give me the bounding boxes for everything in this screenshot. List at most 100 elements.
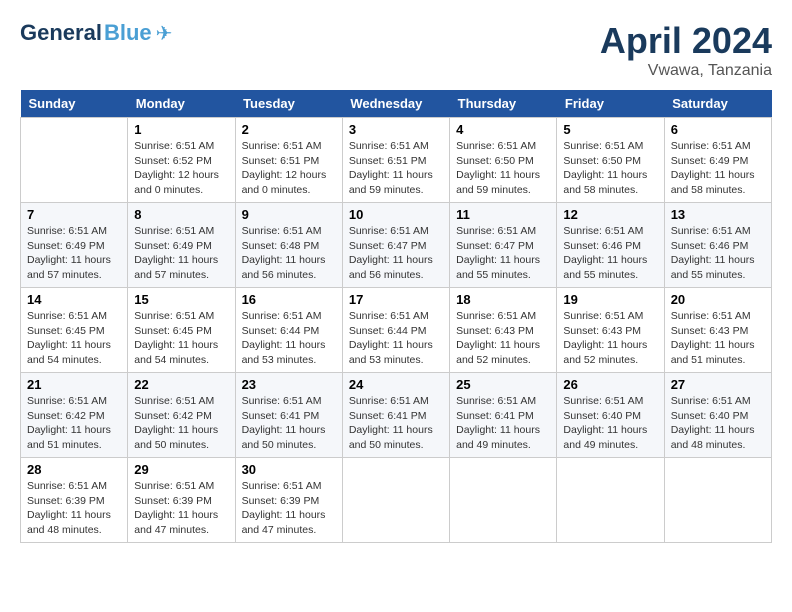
calendar-table: SundayMondayTuesdayWednesdayThursdayFrid… (20, 90, 772, 543)
weekday-header-monday: Monday (128, 90, 235, 118)
calendar-cell (557, 458, 664, 543)
calendar-cell (664, 458, 771, 543)
calendar-cell: 6Sunrise: 6:51 AMSunset: 6:49 PMDaylight… (664, 118, 771, 203)
location-subtitle: Vwawa, Tanzania (600, 62, 772, 80)
page-header: General Blue ✈ April 2024 Vwawa, Tanzani… (20, 20, 772, 80)
calendar-cell (450, 458, 557, 543)
calendar-cell: 22 Sunrise: 6:51 AMSunset: 6:42 PMDayligh… (128, 373, 235, 458)
day-number: 25 (456, 377, 550, 392)
calendar-cell: 16 Sunrise: 6:51 AMSunset: 6:44 PMDayligh… (235, 288, 342, 373)
day-number: 1 (134, 122, 228, 137)
day-number: 9 (242, 207, 336, 222)
calendar-cell: 24 Sunrise: 6:51 AMSunset: 6:41 PMDayligh… (342, 373, 449, 458)
calendar-cell: 29 Sunrise: 6:51 AMSunset: 6:39 PMDayligh… (128, 458, 235, 543)
day-info: Sunrise: 6:51 AMSunset: 6:44 PMDaylight:… (349, 309, 443, 368)
day-number: 27 (671, 377, 765, 392)
day-number: 16 (242, 292, 336, 307)
day-info: Sunrise: 6:51 AMSunset: 6:39 PMDaylight:… (134, 479, 228, 538)
day-number: 7 (27, 207, 121, 222)
calendar-cell: 5 Sunrise: 6:51 AMSunset: 6:50 PMDaylight… (557, 118, 664, 203)
day-number: 24 (349, 377, 443, 392)
day-info: Sunrise: 6:51 AMSunset: 6:50 PMDaylight:… (456, 139, 550, 198)
week-row-2: 7 Sunrise: 6:51 AMSunset: 6:49 PMDaylight… (21, 203, 772, 288)
day-number: 15 (134, 292, 228, 307)
calendar-cell: 2Sunrise: 6:51 AMSunset: 6:51 PMDaylight… (235, 118, 342, 203)
calendar-cell: 10 Sunrise: 6:51 AMSunset: 6:47 PMDayligh… (342, 203, 449, 288)
day-info: Sunrise: 6:51 AMSunset: 6:49 PMDaylight:… (134, 224, 228, 283)
logo-blue-text: Blue (104, 20, 152, 46)
calendar-cell: 9 Sunrise: 6:51 AMSunset: 6:48 PMDaylight… (235, 203, 342, 288)
calendar-cell: 12 Sunrise: 6:51 AMSunset: 6:46 PMDayligh… (557, 203, 664, 288)
day-number: 5 (563, 122, 657, 137)
week-row-5: 28 Sunrise: 6:51 AMSunset: 6:39 PMDayligh… (21, 458, 772, 543)
weekday-header-tuesday: Tuesday (235, 90, 342, 118)
logo-bird-icon: ✈ (156, 21, 173, 46)
logo: General Blue ✈ (20, 20, 172, 46)
week-row-4: 21 Sunrise: 6:51 AMSunset: 6:42 PMDayligh… (21, 373, 772, 458)
calendar-cell: 7 Sunrise: 6:51 AMSunset: 6:49 PMDaylight… (21, 203, 128, 288)
day-info: Sunrise: 6:51 AMSunset: 6:49 PMDaylight:… (27, 224, 121, 283)
weekday-header-sunday: Sunday (21, 90, 128, 118)
day-info: Sunrise: 6:51 AMSunset: 6:47 PMDaylight:… (456, 224, 550, 283)
day-info: Sunrise: 6:51 AMSunset: 6:41 PMDaylight:… (242, 394, 336, 453)
day-info: Sunrise: 6:51 AMSunset: 6:43 PMDaylight:… (671, 309, 765, 368)
day-info: Sunrise: 6:51 AMSunset: 6:48 PMDaylight:… (242, 224, 336, 283)
day-number: 12 (563, 207, 657, 222)
day-number: 17 (349, 292, 443, 307)
calendar-cell: 20 Sunrise: 6:51 AMSunset: 6:43 PMDayligh… (664, 288, 771, 373)
day-info: Sunrise: 6:51 AMSunset: 6:44 PMDaylight:… (242, 309, 336, 368)
day-number: 11 (456, 207, 550, 222)
calendar-cell: 26 Sunrise: 6:51 AMSunset: 6:40 PMDayligh… (557, 373, 664, 458)
day-number: 19 (563, 292, 657, 307)
calendar-cell: 8 Sunrise: 6:51 AMSunset: 6:49 PMDaylight… (128, 203, 235, 288)
day-number: 2 (242, 122, 336, 137)
calendar-cell: 4Sunrise: 6:51 AMSunset: 6:50 PMDaylight… (450, 118, 557, 203)
day-info: Sunrise: 6:51 AMSunset: 6:43 PMDaylight:… (563, 309, 657, 368)
calendar-cell: 13Sunrise: 6:51 AMSunset: 6:46 PMDayligh… (664, 203, 771, 288)
calendar-cell: 30 Sunrise: 6:51 AMSunset: 6:39 PMDayligh… (235, 458, 342, 543)
day-number: 21 (27, 377, 121, 392)
calendar-cell: 15 Sunrise: 6:51 AMSunset: 6:45 PMDayligh… (128, 288, 235, 373)
day-number: 22 (134, 377, 228, 392)
weekday-header-wednesday: Wednesday (342, 90, 449, 118)
day-info: Sunrise: 6:51 AMSunset: 6:51 PMDaylight:… (349, 139, 443, 198)
calendar-cell: 18Sunrise: 6:51 AMSunset: 6:43 PMDayligh… (450, 288, 557, 373)
week-row-1: 1 Sunrise: 6:51 AMSunset: 6:52 PMDaylight… (21, 118, 772, 203)
day-number: 30 (242, 462, 336, 477)
calendar-cell: 19 Sunrise: 6:51 AMSunset: 6:43 PMDayligh… (557, 288, 664, 373)
day-info: Sunrise: 6:51 AMSunset: 6:45 PMDaylight:… (27, 309, 121, 368)
day-info: Sunrise: 6:51 AMSunset: 6:40 PMDaylight:… (671, 394, 765, 453)
weekday-header-thursday: Thursday (450, 90, 557, 118)
day-info: Sunrise: 6:51 AMSunset: 6:42 PMDaylight:… (134, 394, 228, 453)
month-title: April 2024 (600, 20, 772, 62)
day-number: 26 (563, 377, 657, 392)
calendar-cell (21, 118, 128, 203)
day-number: 23 (242, 377, 336, 392)
day-number: 8 (134, 207, 228, 222)
day-number: 29 (134, 462, 228, 477)
day-info: Sunrise: 6:51 AMSunset: 6:40 PMDaylight:… (563, 394, 657, 453)
day-info: Sunrise: 6:51 AMSunset: 6:46 PMDaylight:… (671, 224, 765, 283)
day-number: 10 (349, 207, 443, 222)
calendar-cell: 11 Sunrise: 6:51 AMSunset: 6:47 PMDayligh… (450, 203, 557, 288)
day-info: Sunrise: 6:51 AMSunset: 6:39 PMDaylight:… (242, 479, 336, 538)
day-info: Sunrise: 6:51 AMSunset: 6:39 PMDaylight:… (27, 479, 121, 538)
day-number: 20 (671, 292, 765, 307)
calendar-cell: 28 Sunrise: 6:51 AMSunset: 6:39 PMDayligh… (21, 458, 128, 543)
day-info: Sunrise: 6:51 AMSunset: 6:47 PMDaylight:… (349, 224, 443, 283)
week-row-3: 14Sunrise: 6:51 AMSunset: 6:45 PMDayligh… (21, 288, 772, 373)
day-info: Sunrise: 6:51 AMSunset: 6:45 PMDaylight:… (134, 309, 228, 368)
day-info: Sunrise: 6:51 AMSunset: 6:49 PMDaylight:… (671, 139, 765, 198)
day-info: Sunrise: 6:51 AMSunset: 6:52 PMDaylight:… (134, 139, 228, 198)
day-info: Sunrise: 6:51 AMSunset: 6:41 PMDaylight:… (349, 394, 443, 453)
day-number: 3 (349, 122, 443, 137)
day-info: Sunrise: 6:51 AMSunset: 6:50 PMDaylight:… (563, 139, 657, 198)
calendar-cell: 14Sunrise: 6:51 AMSunset: 6:45 PMDayligh… (21, 288, 128, 373)
day-info: Sunrise: 6:51 AMSunset: 6:43 PMDaylight:… (456, 309, 550, 368)
day-number: 28 (27, 462, 121, 477)
weekday-header-saturday: Saturday (664, 90, 771, 118)
weekday-header-friday: Friday (557, 90, 664, 118)
calendar-cell: 3 Sunrise: 6:51 AMSunset: 6:51 PMDaylight… (342, 118, 449, 203)
day-info: Sunrise: 6:51 AMSunset: 6:46 PMDaylight:… (563, 224, 657, 283)
weekday-header-row: SundayMondayTuesdayWednesdayThursdayFrid… (21, 90, 772, 118)
